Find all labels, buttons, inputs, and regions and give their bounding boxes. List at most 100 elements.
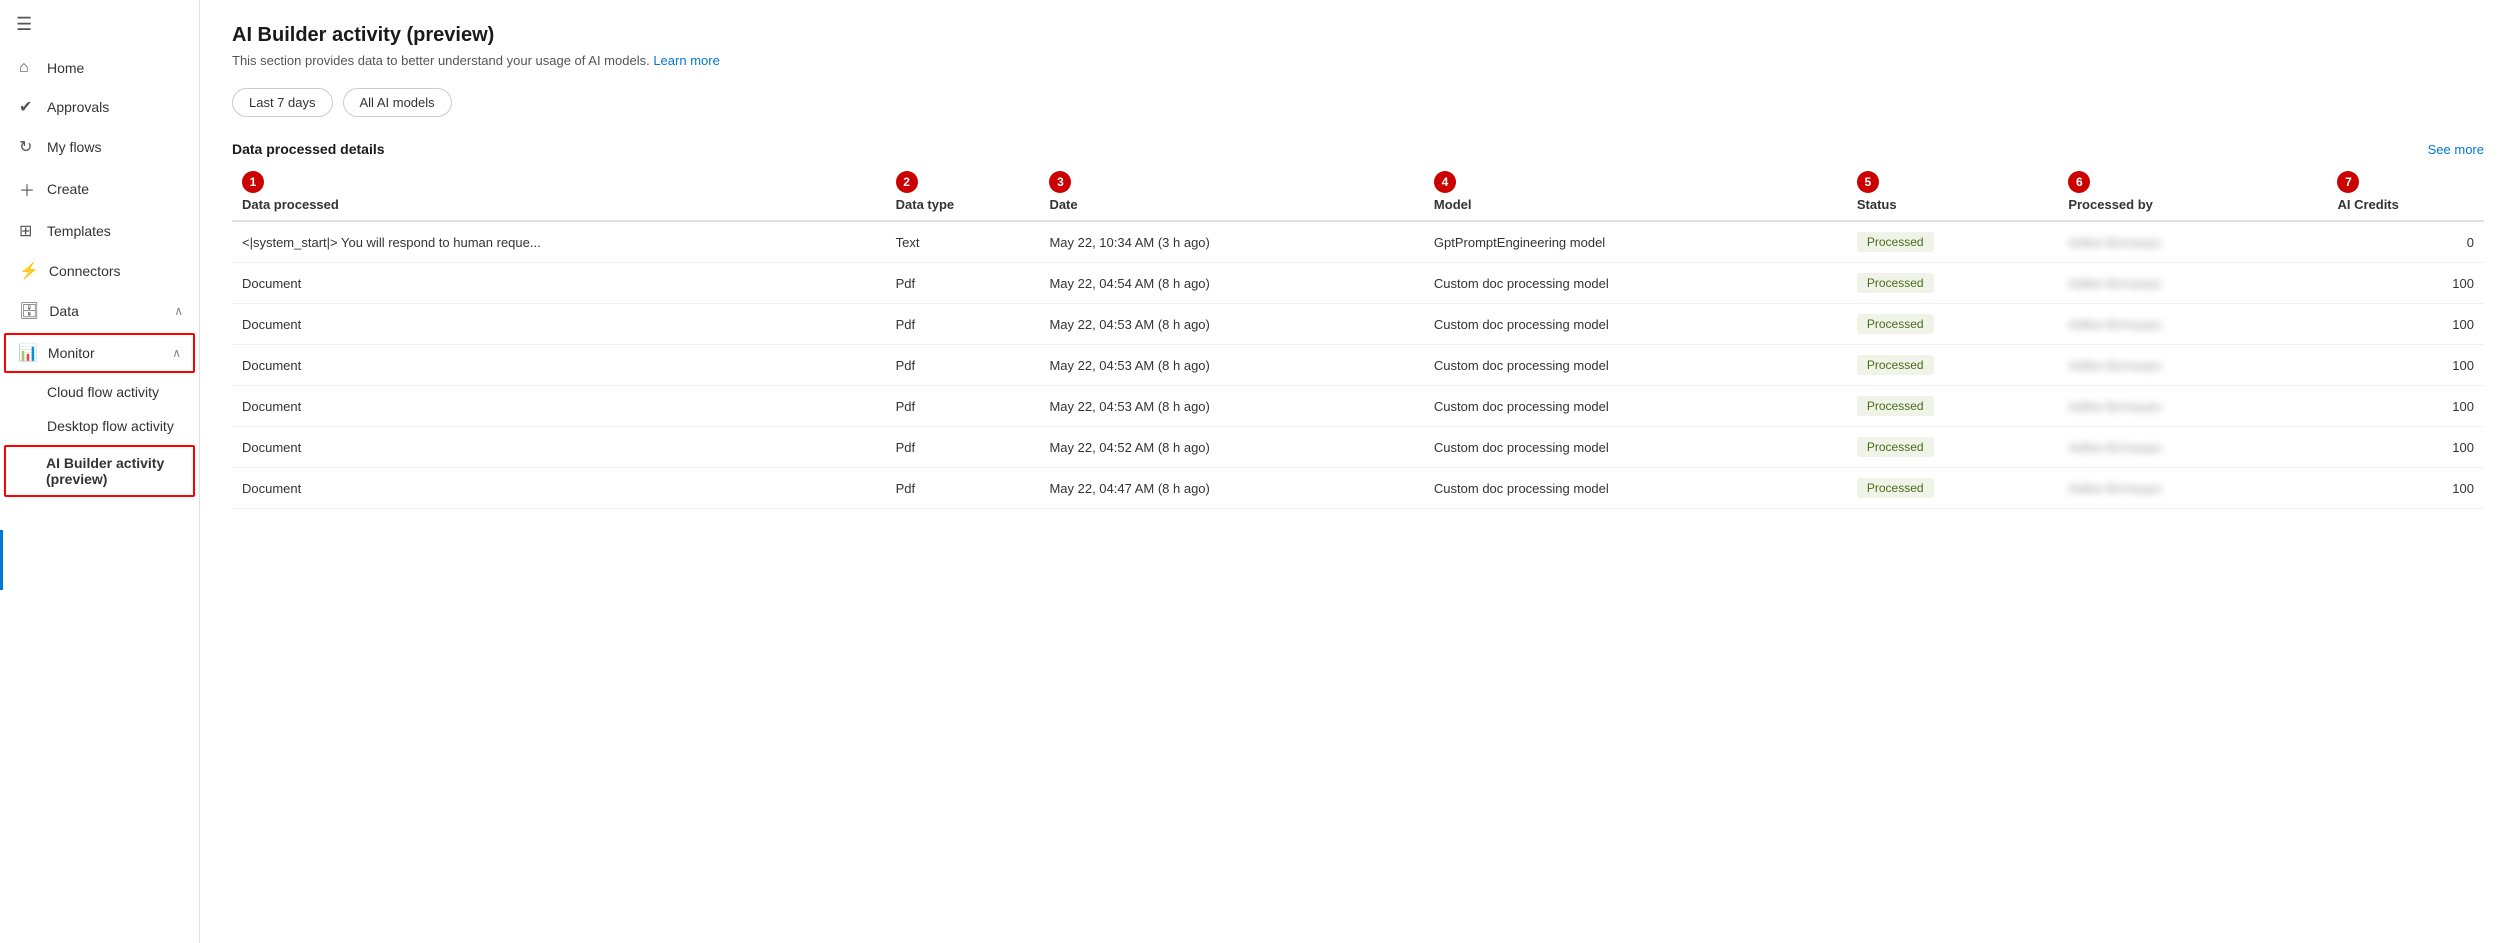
table-cell: Document <box>232 304 886 345</box>
table-cell: Custom doc processing model <box>1424 263 1847 304</box>
sidebar-item-create-label: Create <box>47 181 89 197</box>
table-header-row: 1 Data processed 2 Data type 3 Date <box>232 163 2484 221</box>
table-cell: <|system_start|> You will respond to hum… <box>232 221 886 263</box>
sidebar-sub-cloud-flow[interactable]: Cloud flow activity <box>0 375 199 409</box>
table-cell: Pdf <box>886 345 1040 386</box>
sidebar-sub-desktop-flow-label: Desktop flow activity <box>47 418 174 434</box>
sidebar-item-templates[interactable]: ⊞ Templates <box>0 211 199 251</box>
hamburger-button[interactable]: ☰ <box>0 0 199 49</box>
sidebar-item-approvals[interactable]: ✔ Approvals <box>0 87 199 127</box>
table-cell: Custom doc processing model <box>1424 427 1847 468</box>
table-row: DocumentPdfMay 22, 04:54 AM (8 h ago)Cus… <box>232 263 2484 304</box>
flows-icon: ↻ <box>19 137 37 157</box>
monitor-chevron-icon: ∧ <box>172 346 181 360</box>
table-cell: May 22, 04:54 AM (8 h ago) <box>1039 263 1423 304</box>
table-cell: May 22, 04:53 AM (8 h ago) <box>1039 345 1423 386</box>
sidebar-item-myflows-label: My flows <box>47 139 101 155</box>
sidebar-item-myflows[interactable]: ↻ My flows <box>0 127 199 167</box>
sidebar-item-monitor[interactable]: 📊 Monitor ∧ <box>4 333 195 373</box>
table-cell: Pdf <box>886 468 1040 509</box>
sidebar-item-data[interactable]: 🗄 Data ∧ <box>0 291 199 331</box>
filter-all-ai-models[interactable]: All AI models <box>343 88 452 117</box>
col-num-2: 2 <box>896 171 918 193</box>
status-badge: Processed <box>1857 478 1934 498</box>
page-title: AI Builder activity (preview) <box>232 24 2484 47</box>
col-header-model: 4 Model <box>1424 163 1847 221</box>
table-cell: Processed <box>1847 345 2058 386</box>
learn-more-link[interactable]: Learn more <box>653 53 719 68</box>
table-cell: 100 <box>2327 304 2484 345</box>
col-header-status: 5 Status <box>1847 163 2058 221</box>
table-cell: Adikw Bzmaupo <box>2058 263 2327 304</box>
filter-bar: Last 7 days All AI models <box>232 88 2484 117</box>
create-icon: ＋ <box>19 177 37 201</box>
sidebar-sub-desktop-flow[interactable]: Desktop flow activity <box>0 409 199 443</box>
blurred-value: Adikw Bzmaupo <box>2068 235 2161 250</box>
sidebar-item-create[interactable]: ＋ Create <box>0 167 199 211</box>
table-cell: May 22, 10:34 AM (3 h ago) <box>1039 221 1423 263</box>
table-row: DocumentPdfMay 22, 04:53 AM (8 h ago)Cus… <box>232 304 2484 345</box>
table-cell: Pdf <box>886 427 1040 468</box>
page-subtitle: This section provides data to better und… <box>232 53 2484 68</box>
filter-last7days[interactable]: Last 7 days <box>232 88 333 117</box>
table-cell: Custom doc processing model <box>1424 345 1847 386</box>
sidebar: ☰ ⌂ Home ✔ Approvals ↻ My flows ＋ Create… <box>0 0 200 943</box>
table-cell: Document <box>232 263 886 304</box>
table-cell: Custom doc processing model <box>1424 468 1847 509</box>
table-cell: Pdf <box>886 386 1040 427</box>
templates-icon: ⊞ <box>19 221 37 241</box>
data-icon: 🗄 <box>19 301 39 321</box>
table-cell: Custom doc processing model <box>1424 304 1847 345</box>
table-row: <|system_start|> You will respond to hum… <box>232 221 2484 263</box>
table-cell: May 22, 04:53 AM (8 h ago) <box>1039 304 1423 345</box>
main-content: AI Builder activity (preview) This secti… <box>200 0 2516 943</box>
home-icon: ⌂ <box>19 59 37 77</box>
sidebar-item-connectors[interactable]: ⚡ Connectors <box>0 251 199 291</box>
col-header-data-type: 2 Data type <box>886 163 1040 221</box>
table-cell: May 22, 04:52 AM (8 h ago) <box>1039 427 1423 468</box>
sidebar-item-data-label: Data <box>49 303 79 319</box>
blurred-value: Adikw Bzmaupo <box>2068 358 2161 373</box>
blurred-value: Adikw Bzmaupo <box>2068 440 2161 455</box>
table-row: DocumentPdfMay 22, 04:53 AM (8 h ago)Cus… <box>232 386 2484 427</box>
table-cell: Pdf <box>886 304 1040 345</box>
table-body: <|system_start|> You will respond to hum… <box>232 221 2484 509</box>
table-cell: Document <box>232 386 886 427</box>
table-cell: 100 <box>2327 345 2484 386</box>
status-badge: Processed <box>1857 355 1934 375</box>
table-cell: May 22, 04:47 AM (8 h ago) <box>1039 468 1423 509</box>
sidebar-item-approvals-label: Approvals <box>47 99 109 115</box>
table-cell: 100 <box>2327 427 2484 468</box>
table-cell: Processed <box>1847 386 2058 427</box>
see-more-link[interactable]: See more <box>2428 142 2484 157</box>
table-row: DocumentPdfMay 22, 04:47 AM (8 h ago)Cus… <box>232 468 2484 509</box>
sidebar-sub-ai-builder[interactable]: AI Builder activity (preview) <box>4 445 195 497</box>
section-title: Data processed details <box>232 141 385 157</box>
table-cell: 100 <box>2327 468 2484 509</box>
col-num-4: 4 <box>1434 171 1456 193</box>
col-num-1: 1 <box>242 171 264 193</box>
col-num-7: 7 <box>2337 171 2359 193</box>
sidebar-item-home[interactable]: ⌂ Home <box>0 49 199 87</box>
data-chevron-icon: ∧ <box>174 304 183 318</box>
table-cell: GptPromptEngineering model <box>1424 221 1847 263</box>
table-cell: Document <box>232 345 886 386</box>
table-cell: Adikw Bzmaupo <box>2058 468 2327 509</box>
table-row: DocumentPdfMay 22, 04:52 AM (8 h ago)Cus… <box>232 427 2484 468</box>
status-badge: Processed <box>1857 232 1934 252</box>
connectors-icon: ⚡ <box>19 261 39 281</box>
table-cell: Adikw Bzmaupo <box>2058 304 2327 345</box>
status-badge: Processed <box>1857 396 1934 416</box>
table-cell: Custom doc processing model <box>1424 386 1847 427</box>
table-row: DocumentPdfMay 22, 04:53 AM (8 h ago)Cus… <box>232 345 2484 386</box>
status-badge: Processed <box>1857 273 1934 293</box>
blurred-value: Adikw Bzmaupo <box>2068 481 2161 496</box>
table-cell: Adikw Bzmaupo <box>2058 221 2327 263</box>
table-cell: 100 <box>2327 263 2484 304</box>
table-cell: Processed <box>1847 427 2058 468</box>
table-cell: Processed <box>1847 468 2058 509</box>
table-cell: Adikw Bzmaupo <box>2058 427 2327 468</box>
table-cell: Processed <box>1847 263 2058 304</box>
table-cell: 100 <box>2327 386 2484 427</box>
status-badge: Processed <box>1857 314 1934 334</box>
